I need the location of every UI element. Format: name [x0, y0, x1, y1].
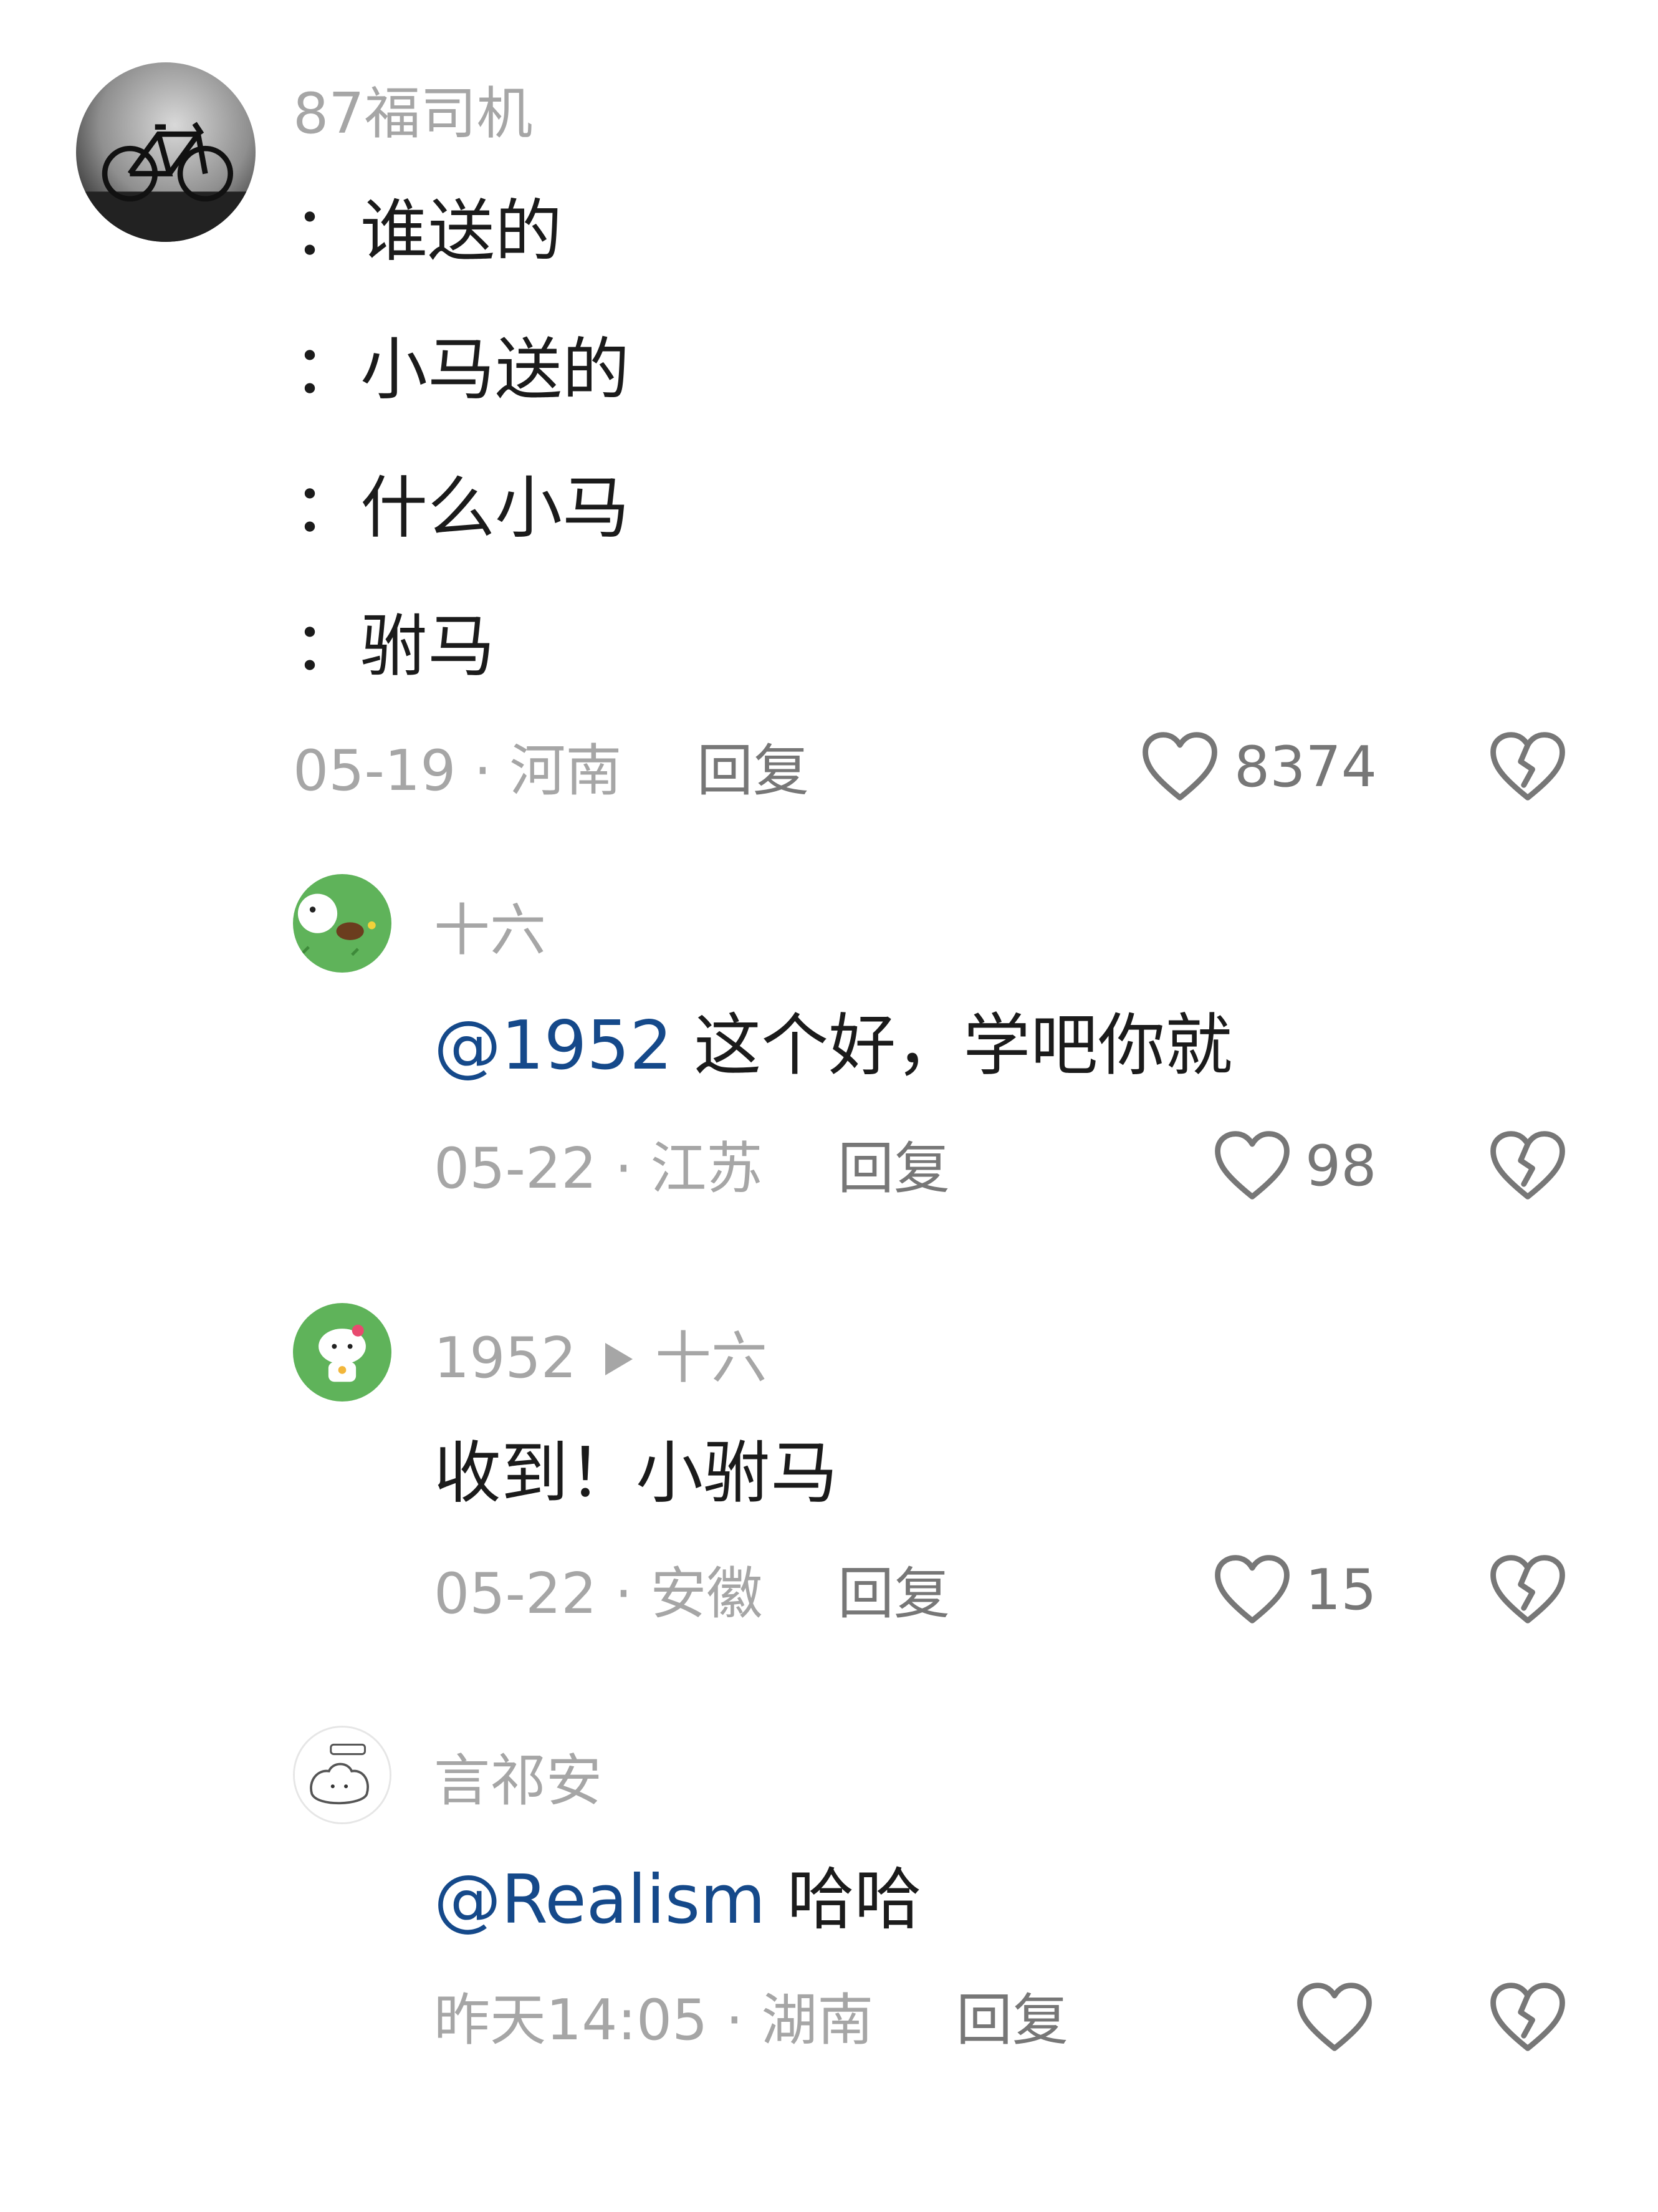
reply-target[interactable]: 十六: [655, 1325, 767, 1391]
comment-location: 安徽: [650, 1561, 763, 1627]
avatar-kitty-image: [293, 1303, 391, 1402]
avatar-fluffy-dog-image: [295, 1728, 390, 1822]
like-count: 8374: [1234, 734, 1378, 800]
comment-username[interactable]: 87福司机: [293, 86, 533, 142]
reply-button[interactable]: 回复: [956, 1993, 1068, 2049]
meta-separator: ·: [456, 738, 510, 804]
avatar[interactable]: [293, 874, 391, 973]
comment-meta: 05-19 · 河南: [293, 743, 621, 799]
broken-heart-icon[interactable]: [1488, 1128, 1567, 1202]
meta-separator: ·: [707, 1988, 762, 2053]
reply-button[interactable]: 回复: [838, 1566, 950, 1622]
avatar[interactable]: [76, 62, 256, 242]
meta-separator: ·: [597, 1561, 651, 1627]
heart-outline-icon[interactable]: [1141, 729, 1219, 803]
triangle-right-icon: [605, 1343, 633, 1376]
reply-author[interactable]: 1952: [434, 1325, 577, 1391]
comment-location: 湖南: [761, 1988, 874, 2053]
broken-heart-icon[interactable]: [1488, 1552, 1567, 1626]
reply-button[interactable]: 回复: [697, 743, 809, 799]
heart-outline-icon[interactable]: [1295, 1980, 1374, 2054]
heart-outline-icon[interactable]: [1213, 1128, 1291, 1202]
like-count: 98: [1305, 1133, 1377, 1199]
broken-heart-icon[interactable]: [1488, 1980, 1567, 2054]
comment-text-body: 这个好，学吧你就: [672, 1007, 1233, 1085]
comment-date: 05-22: [434, 1561, 597, 1627]
comment-text-line: ：小马送的: [293, 331, 630, 409]
avatar-bicycle-image: [76, 62, 256, 242]
like-count: 15: [1305, 1557, 1377, 1623]
avatar-puppy-image: [293, 874, 391, 973]
broken-heart-icon[interactable]: [1488, 729, 1567, 803]
comment-text-line: ：谁送的: [293, 193, 563, 271]
avatar[interactable]: [293, 1726, 391, 1824]
comment-date: 05-22: [434, 1136, 597, 1201]
comment-meta: 05-22 · 安徽: [434, 1566, 762, 1622]
comment-text: 收到！小驸马: [434, 1435, 838, 1512]
comment-meta: 昨天14:05 · 湖南: [434, 1993, 873, 2049]
comment-username[interactable]: 言祁安: [434, 1753, 602, 1809]
comment-text-line: ：什么小马: [293, 469, 630, 547]
reply-button[interactable]: 回复: [838, 1141, 950, 1197]
comment-username: 1952 十六: [434, 1330, 767, 1387]
comment-text-line: ：驸马: [293, 608, 496, 686]
comment-location: 河南: [509, 738, 622, 804]
heart-outline-icon[interactable]: [1213, 1552, 1291, 1626]
mention-link[interactable]: @1952: [434, 1007, 673, 1085]
comment-username[interactable]: 十六: [434, 903, 546, 959]
comment-date: 昨天14:05: [434, 1988, 708, 2053]
mention-link[interactable]: @Realism: [434, 1861, 765, 1939]
meta-separator: ·: [597, 1136, 651, 1201]
comment-text: @Realism 哈哈: [434, 1867, 922, 1934]
comment-text-body: 哈哈: [765, 1861, 922, 1939]
avatar[interactable]: [293, 1303, 391, 1402]
comment-date: 05-19: [293, 738, 456, 804]
comment-meta: 05-22 · 江苏: [434, 1141, 762, 1197]
comment-text: @1952 这个好，学吧你就: [434, 1012, 1232, 1080]
comment-location: 江苏: [650, 1136, 763, 1201]
